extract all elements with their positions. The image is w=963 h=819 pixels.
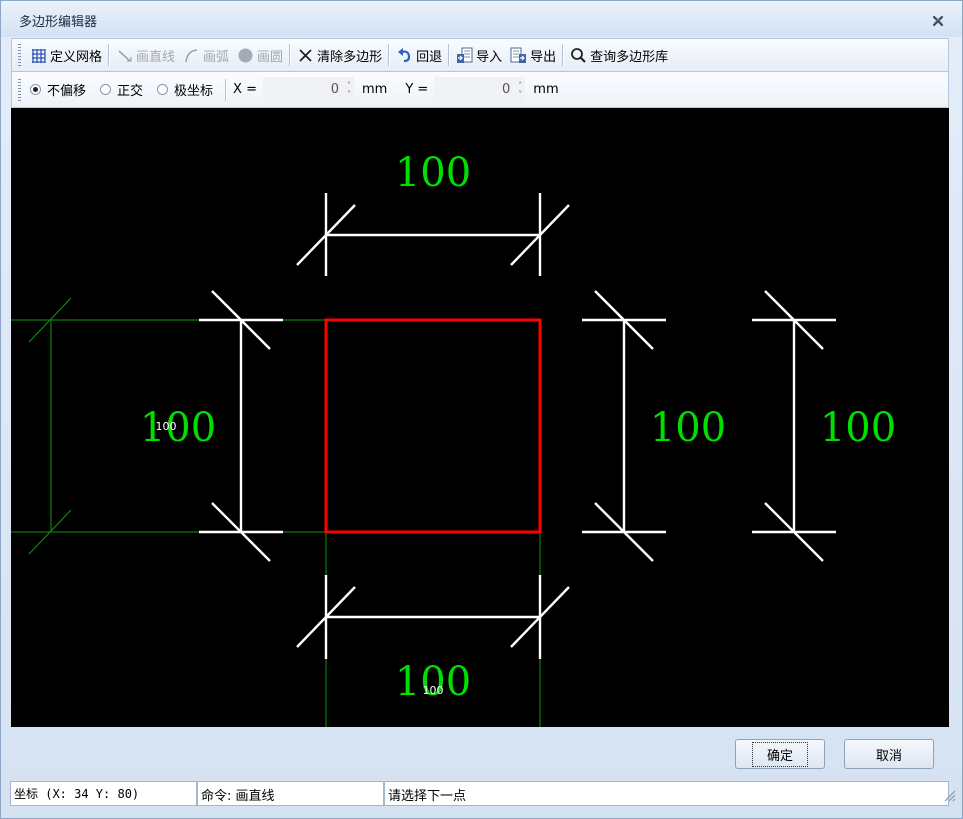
- draw-arc-button[interactable]: 画弧: [179, 42, 233, 68]
- draw-line-button[interactable]: 画直线: [112, 42, 179, 68]
- resize-grip-icon[interactable]: [942, 788, 956, 802]
- dim-label-right-1: 100: [650, 405, 726, 451]
- radio-orthogonal[interactable]: [100, 84, 112, 95]
- status-prompt: 请选择下一点: [384, 781, 949, 806]
- snap-mode-polar[interactable]: 极坐标: [153, 80, 217, 99]
- query-library-button[interactable]: 查询多边形库: [566, 42, 672, 68]
- x-input[interactable]: 0 ˄ ˅: [262, 76, 354, 103]
- cancel-label: 取消: [875, 748, 902, 764]
- draw-circle-button[interactable]: 画圆: [233, 42, 287, 68]
- cancel-button[interactable]: 取消: [844, 739, 934, 769]
- snap-mode-orthogonal[interactable]: 正交: [96, 80, 147, 99]
- x-icon: [299, 48, 312, 62]
- snap-mode-no-offset[interactable]: 不偏移: [26, 80, 90, 99]
- close-button[interactable]: [930, 13, 946, 29]
- toolbar-separator: [289, 44, 292, 66]
- status-bar: 坐标 (X: 34 Y: 80) 命令: 画直线 请选择下一点: [1, 781, 962, 806]
- canvas-drawing: 100 100 100 100 100 100 100: [11, 150, 896, 727]
- toolbar-separator: [388, 44, 391, 66]
- y-spinner-arrows[interactable]: ˄ ˅: [518, 81, 522, 99]
- guide-left-ticks: [28, 297, 72, 555]
- x-unit: mm: [361, 82, 388, 97]
- toolbar-separator: [562, 44, 565, 66]
- dim-label-top: 100: [395, 150, 471, 196]
- radio-polar[interactable]: [157, 84, 169, 95]
- snap-toolbar: 不偏移 正交 极坐标 X = 0 ˄ ˅ mm Y = 0 ˄ ˅ mm: [11, 72, 949, 108]
- small-label-bottom: 100: [423, 684, 444, 697]
- toolbar-separator: [108, 44, 111, 66]
- y-value: 0: [502, 82, 511, 97]
- toolbar-separator: [225, 78, 228, 101]
- draw-line-label: 画直线: [136, 49, 176, 65]
- undo-icon: [398, 47, 411, 62]
- y-label: Y =: [405, 82, 429, 97]
- circle-icon: [238, 48, 253, 62]
- x-spinner-arrows[interactable]: ˄ ˅: [347, 81, 351, 99]
- clear-polygon-label: 清除多边形: [317, 49, 383, 65]
- close-icon: [932, 15, 944, 27]
- status-command: 命令: 画直线: [197, 781, 384, 806]
- define-grid-button[interactable]: 定义网格: [26, 42, 106, 68]
- dim-bottom: [296, 575, 570, 659]
- arc-icon: [185, 48, 198, 62]
- clear-polygon-button[interactable]: 清除多边形: [293, 42, 386, 68]
- dim-label-bottom: 100: [395, 659, 471, 705]
- main-toolbar: 定义网格 画直线 画弧 画圆 清除多边形 回退 导入 导出 查询多边形库: [11, 38, 949, 72]
- status-coords: 坐标 (X: 34 Y: 80): [10, 781, 197, 806]
- draw-arc-label: 画弧: [203, 49, 230, 65]
- orthogonal-label: 正交: [117, 84, 144, 99]
- radio-no-offset[interactable]: [30, 84, 41, 95]
- window-title: 多边形编辑器: [19, 15, 98, 30]
- dim-top: [296, 193, 570, 276]
- drawing-canvas[interactable]: 100 100 100 100 100 100 100: [11, 108, 949, 727]
- dim-label-left: 100: [140, 405, 216, 451]
- ok-label: 确定: [751, 741, 808, 767]
- x-label: X =: [233, 82, 257, 97]
- toolbar-separator: [448, 44, 451, 66]
- draw-circle-label: 画圆: [257, 49, 284, 65]
- polar-label: 极坐标: [174, 84, 214, 99]
- x-value: 0: [330, 82, 339, 97]
- dimension-lines: [199, 193, 836, 659]
- import-button[interactable]: 导入: [452, 42, 506, 68]
- line-icon: [118, 49, 132, 62]
- undo-button[interactable]: 回退: [392, 42, 446, 68]
- export-label: 导出: [530, 49, 557, 65]
- title-bar: 多边形编辑器: [1, 1, 962, 37]
- query-library-label: 查询多边形库: [590, 49, 669, 65]
- export-button[interactable]: 导出: [506, 42, 560, 68]
- undo-label: 回退: [416, 49, 443, 65]
- import-label: 导入: [476, 49, 503, 65]
- define-grid-label: 定义网格: [50, 49, 103, 65]
- ok-button[interactable]: 确定: [735, 739, 825, 769]
- dim-label-right-2: 100: [820, 405, 896, 451]
- grid-icon: [32, 48, 46, 63]
- small-label-left: 100: [156, 420, 177, 433]
- toolbar-grip[interactable]: [18, 78, 21, 101]
- search-icon: [571, 47, 586, 63]
- no-offset-label: 不偏移: [47, 84, 87, 99]
- import-icon: [457, 47, 473, 63]
- polygon-square[interactable]: [324, 318, 542, 534]
- polygon-editor-window: 多边形编辑器 定义网格 画直线 画弧 画圆 清除多边形 回退 导入 导出 查询多…: [0, 0, 963, 819]
- y-input[interactable]: 0 ˄ ˅: [434, 76, 526, 103]
- toolbar-grip[interactable]: [18, 44, 21, 66]
- export-icon: [510, 47, 527, 63]
- y-unit: mm: [533, 82, 559, 97]
